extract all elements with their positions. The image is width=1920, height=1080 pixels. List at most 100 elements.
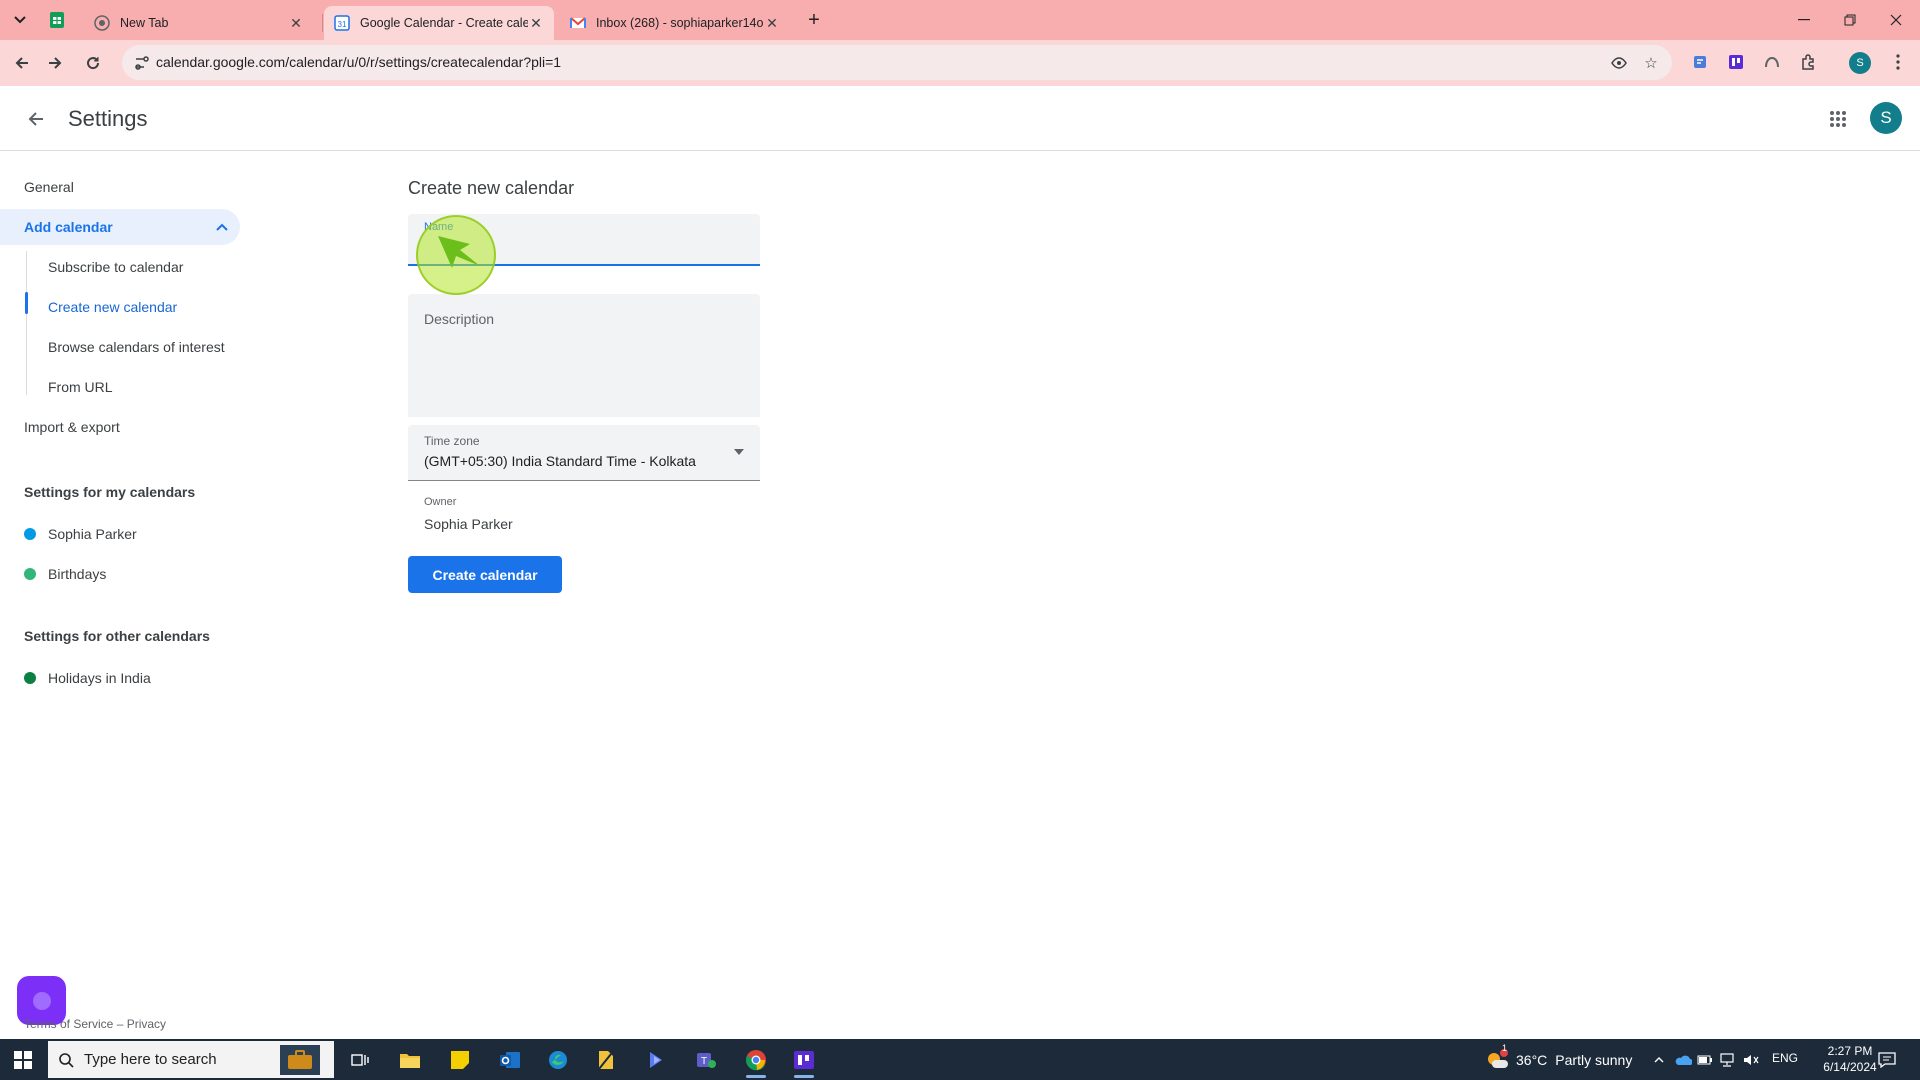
sidebar-item-label: From URL [48,379,113,395]
chrome-icon [94,15,110,31]
taskbar-search[interactable]: Type here to search [48,1041,334,1078]
extensions-puzzle-icon[interactable] [1796,50,1820,74]
extension-note-icon[interactable] [1688,50,1712,74]
restore-button[interactable] [1828,6,1872,34]
files-app[interactable] [586,1042,626,1078]
edge-app[interactable] [538,1042,578,1078]
google-apps-button[interactable] [1824,105,1852,133]
minimize-button[interactable] [1782,6,1826,34]
account-avatar[interactable]: S [1870,102,1902,134]
start-button[interactable] [8,1047,38,1073]
notifications-button[interactable] [1876,1049,1898,1071]
back-to-calendar-button[interactable] [20,103,52,135]
task-view-button[interactable] [340,1042,380,1078]
privacy-link[interactable]: Privacy [127,1017,166,1031]
weather-description: Partly sunny [1555,1052,1633,1068]
tab-separator [322,14,323,32]
extension-board-icon[interactable] [1724,50,1748,74]
battery-icon[interactable] [1696,1051,1714,1069]
network-icon[interactable] [1718,1051,1736,1069]
timezone-label: Time zone [424,434,480,448]
pinned-tab-sheets[interactable] [46,9,68,31]
sidebar-item-general[interactable]: General [0,169,240,205]
browser-tabstrip: New Tab ✕ 31 Google Calendar - Create ca… [0,0,1920,40]
language-indicator[interactable]: ENG [1772,1051,1798,1065]
close-tab-icon[interactable]: ✕ [528,15,544,31]
reload-button[interactable] [78,48,108,78]
calendar-name: Birthdays [48,566,107,582]
teams-app[interactable]: T [686,1042,726,1078]
sidebar-item-add-calendar[interactable]: Add calendar [0,209,240,245]
svg-text:T: T [701,1056,707,1067]
url-text: calendar.google.com/calendar/u/0/r/setti… [156,54,562,70]
dropdown-arrow-icon [732,447,746,457]
clock-date: 6/14/2024 [1823,1060,1877,1074]
calendar-item-sophia-parker[interactable]: Sophia Parker [24,522,137,546]
browser-profile-avatar[interactable]: S [1849,52,1871,74]
sidebar-item-browse-calendars[interactable]: Browse calendars of interest [0,329,240,365]
settings-sidebar: General Add calendar Subscribe to calend… [0,151,260,1039]
close-tab-icon[interactable]: ✕ [764,15,780,31]
address-bar[interactable]: calendar.google.com/calendar/u/0/r/setti… [122,45,1672,80]
create-calendar-button[interactable]: Create calendar [408,556,562,593]
windows-logo-icon [14,1051,32,1069]
extension-arc-icon[interactable] [1760,50,1784,74]
google-calendar-icon: 31 [334,15,350,31]
tab-search-button[interactable] [6,8,34,32]
calendar-item-holidays-india[interactable]: Holidays in India [24,666,151,690]
close-window-button[interactable] [1874,6,1918,34]
terms-link[interactable]: Terms of Service [24,1017,113,1031]
sidebar-item-label: General [24,179,74,195]
tab-gmail-inbox[interactable]: Inbox (268) - sophiaparker14oc ✕ [560,6,790,40]
calendar-color-dot [24,672,36,684]
sticky-notes-app[interactable] [440,1042,480,1078]
calendar-item-birthdays[interactable]: Birthdays [24,562,106,586]
sidebar-item-label: Add calendar [24,219,113,235]
owner-label: Owner [424,496,457,508]
tab-title: New Tab [120,16,169,30]
volume-muted-icon[interactable] [1742,1051,1760,1069]
back-button[interactable] [7,48,37,78]
description-field[interactable]: Description [408,294,760,417]
outlook-app[interactable] [490,1042,530,1078]
restore-icon [1844,14,1856,26]
forward-button[interactable] [40,48,70,78]
briefcase-icon[interactable] [280,1045,320,1075]
more-menu-icon[interactable] [1886,50,1910,74]
file-explorer-app[interactable] [390,1042,430,1078]
site-info-icon[interactable] [130,51,154,75]
tab-google-calendar[interactable]: 31 Google Calendar - Create calen ✕ [324,6,554,40]
tab-title: Google Calendar - Create calen [360,16,528,30]
calendar-name: Holidays in India [48,670,151,686]
board-app[interactable] [784,1042,824,1078]
sidebar-item-create-new-calendar[interactable]: Create new calendar [0,289,240,325]
close-icon [1890,14,1902,26]
chevron-up-icon[interactable] [1650,1051,1668,1069]
search-placeholder: Type here to search [84,1051,217,1068]
bookmark-star-icon[interactable]: ☆ [1640,52,1662,74]
sidebar-item-from-url[interactable]: From URL [0,369,240,405]
sticky-note-icon [451,1051,469,1069]
sidebar-item-subscribe[interactable]: Subscribe to calendar [0,249,240,285]
chrome-app[interactable] [736,1042,776,1078]
clock[interactable]: 2:27 PM 6/14/2024 [1818,1043,1882,1075]
sidebar-item-label: Create new calendar [48,299,178,315]
new-tab-button[interactable]: + [802,9,826,33]
other-calendars-heading: Settings for other calendars [24,628,210,644]
onedrive-icon[interactable] [1674,1051,1692,1069]
apps-grid-icon [1830,111,1846,127]
eye-slash-icon[interactable] [1608,52,1630,74]
arrow-left-icon [28,112,43,126]
file-icon [598,1051,613,1070]
tab-new-tab[interactable]: New Tab ✕ [84,6,314,40]
my-calendars-heading: Settings for my calendars [24,484,196,500]
teams-icon: T [697,1053,716,1068]
close-tab-icon[interactable]: ✕ [288,15,304,31]
calendar-color-dot [24,568,36,580]
description-placeholder: Description [424,311,495,327]
timezone-select[interactable]: Time zone (GMT+05:30) India Standard Tim… [408,425,760,481]
copilot-icon [650,1052,662,1068]
footer-separator: – [113,1017,127,1031]
sidebar-item-import-export[interactable]: Import & export [0,409,240,445]
copilot-app[interactable] [636,1042,676,1078]
